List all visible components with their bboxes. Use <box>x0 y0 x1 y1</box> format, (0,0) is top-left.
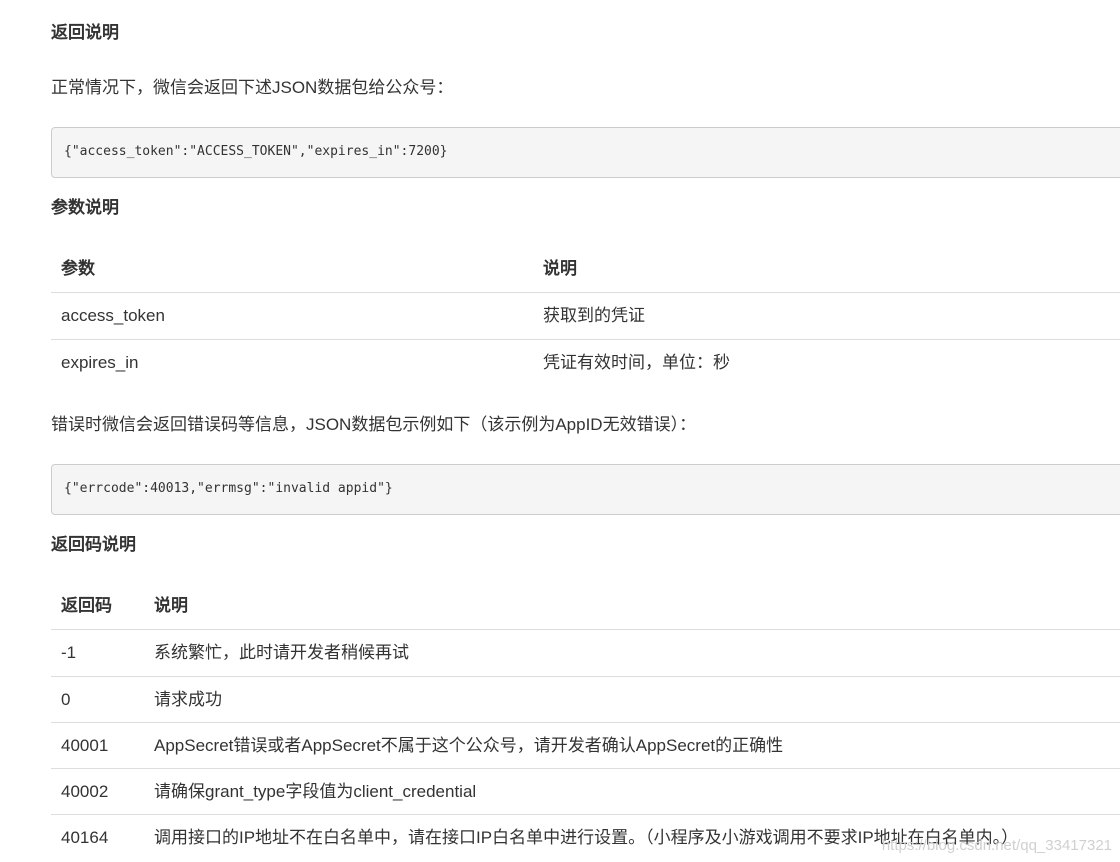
error-intro: 错误时微信会返回错误码等信息，JSON数据包示例如下（该示例为AppID无效错误… <box>51 415 697 434</box>
success-code-text: {"access_token":"ACCESS_TOKEN","expires_… <box>64 144 448 159</box>
param-name-cell: expires_in <box>61 353 139 372</box>
table-row: access_token 获取到的凭证 <box>51 293 1120 339</box>
return-code-table: 返回码 说明 -1 系统繁忙，此时请开发者稍候再试 0 请求成功 40001 A… <box>51 583 1120 860</box>
param-heading: 参数说明 <box>51 198 119 217</box>
return-heading: 返回说明 <box>51 23 119 42</box>
code-col-desc: 说明 <box>154 596 188 615</box>
return-desc-cell: 请求成功 <box>154 690 222 709</box>
param-col-name: 参数 <box>61 259 95 278</box>
param-desc-cell: 获取到的凭证 <box>543 306 645 325</box>
table-row: 40002 请确保grant_type字段值为client_credential <box>51 768 1120 814</box>
watermark: https://blog.csdn.net/qq_33417321 <box>881 837 1112 854</box>
param-name-cell: access_token <box>61 306 165 325</box>
param-table: 参数 说明 access_token 获取到的凭证 expires_in 凭证有… <box>51 246 1120 385</box>
error-code-block[interactable]: {"errcode":40013,"errmsg":"invalid appid… <box>51 464 1120 515</box>
return-code-cell: 40001 <box>61 736 109 755</box>
return-code-cell: 40002 <box>61 782 109 801</box>
error-code-text: {"errcode":40013,"errmsg":"invalid appid… <box>64 481 393 496</box>
return-intro: 正常情况下，微信会返回下述JSON数据包给公众号： <box>51 78 454 97</box>
code-heading: 返回码说明 <box>51 535 136 554</box>
return-code-cell: -1 <box>61 643 77 662</box>
return-desc-cell: 请确保grant_type字段值为client_credential <box>154 782 477 801</box>
table-row: -1 系统繁忙，此时请开发者稍候再试 <box>51 630 1120 676</box>
table-row: 0 请求成功 <box>51 676 1120 722</box>
return-desc-cell: 系统繁忙，此时请开发者稍候再试 <box>154 643 409 662</box>
code-table-header: 返回码 说明 <box>51 583 1120 630</box>
param-desc-cell: 凭证有效时间，单位：秒 <box>543 353 730 372</box>
table-row: expires_in 凭证有效时间，单位：秒 <box>51 339 1120 385</box>
table-row: 40001 AppSecret错误或者AppSecret不属于这个公众号，请开发… <box>51 722 1120 768</box>
param-col-desc: 说明 <box>543 259 577 278</box>
success-code-block[interactable]: {"access_token":"ACCESS_TOKEN","expires_… <box>51 127 1120 178</box>
param-table-header: 参数 说明 <box>51 246 1120 293</box>
return-desc-cell: AppSecret错误或者AppSecret不属于这个公众号，请开发者确认App… <box>154 736 784 755</box>
return-code-cell: 0 <box>61 690 71 709</box>
return-code-cell: 40164 <box>61 828 109 847</box>
code-col-code: 返回码 <box>61 596 112 615</box>
